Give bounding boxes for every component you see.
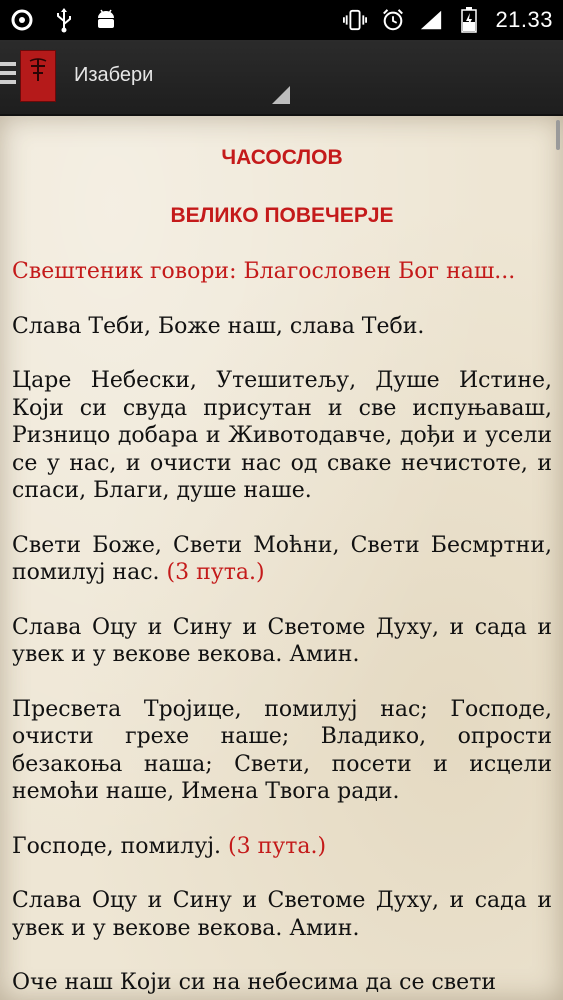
prayer-paragraph: Оче наш Који си на небесима да се свети	[12, 970, 497, 995]
prayer-text: Свети Боже, Свети Моћни, Свети Бесмртни,…	[12, 532, 552, 586]
action-bar: Изабери	[0, 40, 563, 116]
android-icon	[94, 6, 118, 34]
menu-icon[interactable]	[0, 62, 16, 90]
vibrate-icon	[343, 6, 368, 34]
prayer-text: Господе, помилуј.	[12, 833, 222, 859]
battery-icon	[457, 6, 481, 34]
book-title: ЧАСОСЛОВ	[221, 146, 343, 169]
clock-time: 21.33	[495, 7, 553, 32]
prayer-paragraph: Господе, помилуј. (3 пута.)	[12, 833, 552, 861]
dropdown-arrow-icon[interactable]	[272, 86, 290, 104]
prayer-paragraph: Пресвета Тројице, помилуј нас; Господе, …	[12, 696, 552, 805]
text-body: ЧАСОСЛОВ ВЕЛИКО ПОВЕЧЕРЈЕ Свештеник гово…	[12, 116, 552, 997]
prayer-paragraph: Слава Теби, Боже наш, слава Теби.	[12, 313, 425, 339]
status-bar: 21.33	[0, 0, 563, 40]
usb-icon	[52, 6, 76, 34]
reading-pane[interactable]: ЧАСОСЛОВ ВЕЛИКО ПОВЕЧЕРЈЕ Свештеник гово…	[0, 116, 563, 1000]
prayer-paragraph: Свети Боже, Свети Моћни, Свети Бесмртни,…	[12, 532, 552, 587]
repeat-note: (3 пута.)	[166, 560, 265, 585]
circle-app-icon	[10, 6, 34, 34]
alarm-icon	[381, 6, 405, 34]
repeat-note: (3 пута.)	[228, 833, 327, 859]
signal-icon	[419, 6, 443, 34]
prayer-paragraph: Слава Оцу и Сину и Светоме Духу, и сада …	[12, 888, 552, 941]
prayer-paragraph: Царе Небески, Утешитељу, Душе Истине, Ко…	[12, 368, 552, 503]
cross-emblem-icon	[29, 58, 47, 81]
service-title: ВЕЛИКО ПОВЕЧЕРЈЕ	[170, 203, 394, 227]
prayer-paragraph: Слава Оцу и Сину и Светоме Духу, и сада …	[12, 614, 552, 668]
scrollbar[interactable]	[556, 120, 560, 150]
app-logo[interactable]	[20, 50, 56, 102]
book-selector[interactable]: Изабери	[74, 64, 153, 87]
rubric-text: Свештеник говори: Благословен Бог наш...	[12, 259, 516, 284]
